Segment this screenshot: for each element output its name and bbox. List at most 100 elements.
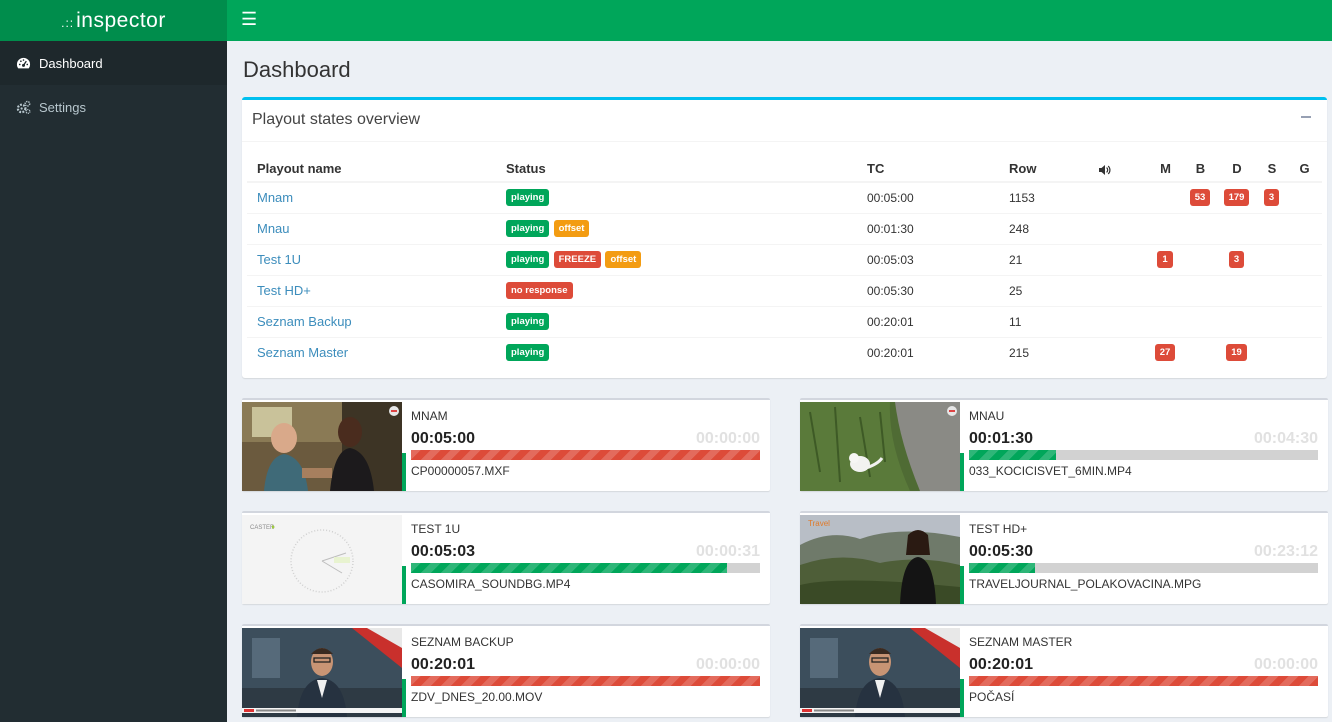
col-header-d[interactable]: D [1217,156,1257,183]
table-row: Test 1U playing FREEZE offset 00:05:03 21 1… [247,243,1322,275]
preview-thumbnail[interactable] [242,628,402,717]
col-header-m[interactable]: M [1147,156,1184,183]
tile-remaining-time: 00:00:00 [695,656,760,673]
error-count-badge[interactable]: 3 [1228,251,1245,268]
preview-thumbnail[interactable]: CASTER [242,515,402,604]
col-header-s[interactable]: S [1257,156,1287,183]
row-cell: 248 [999,212,1087,244]
error-count-badge[interactable]: 179 [1223,189,1250,207]
table-row: Seznam Backup playing 00:20:01 11 [247,305,1322,337]
playout-name-link[interactable]: Mnam [257,190,293,205]
playout-name-link[interactable]: Seznam Master [257,345,348,360]
tile-file-name: POČASÍ [969,690,1015,704]
tile-playout-name: SEZNAM MASTER [969,635,1073,649]
tile-timecode: 00:05:03 [411,543,476,560]
gears-icon [16,100,31,114]
status-badge: playing [506,251,550,268]
count-cell-s: 3 [1257,181,1287,213]
svg-text:CASTER: CASTER [250,525,275,531]
count-cell-g [1287,305,1322,337]
playout-name-link[interactable]: Seznam Backup [257,314,352,329]
tile-progress-bar [411,563,760,573]
error-count-badge[interactable]: 27 [1154,344,1176,362]
playout-tile[interactable]: SEZNAM MASTER 00:20:01 00:00:00 POČASÍ [800,624,1328,717]
preview-thumbnail[interactable] [800,628,960,717]
table-row: Mnam playing 00:05:00 1153 53 179 3 [247,181,1322,213]
count-cell-g [1287,274,1322,306]
playout-name-cell: Test HD+ [247,274,496,306]
status-badge: offset [553,220,590,237]
error-count-badge[interactable]: 19 [1226,344,1247,362]
col-header-row[interactable]: Row [999,156,1087,183]
preview-thumbnail[interactable] [242,402,402,491]
count-cell-m [1147,305,1184,337]
preview-thumbnail[interactable]: Travel [800,515,960,604]
count-cell-b: 53 [1184,181,1217,213]
tile-playout-name: TEST HD+ [969,522,1028,536]
count-cell-g [1287,212,1322,244]
collapse-minus-icon[interactable] [1301,110,1311,124]
playout-tile[interactable]: Travel TEST HD+ 00:05:30 00:23:12 TRAVELJOUR… [800,511,1328,604]
tile-remaining-time: 00:00:00 [1253,656,1318,673]
audio-cell [1087,243,1147,275]
playout-name-link[interactable]: Test HD+ [257,283,311,298]
preview-thumbnail[interactable] [800,402,960,491]
audio-cell [1087,336,1147,368]
tile-timecode: 00:20:01 [969,656,1034,673]
status-badge: FREEZE [553,251,602,268]
logo-text: inspector [76,8,166,32]
error-count-badge[interactable]: 3 [1263,189,1280,207]
count-cell-s [1257,305,1287,337]
page-title: Dashboard [243,57,351,82]
count-cell-d: 3 [1217,243,1257,275]
error-count-badge[interactable]: 1 [1157,251,1173,268]
tile-timecode: 00:01:30 [969,430,1034,447]
top-navbar: .:: inspector ☰ [0,0,1332,41]
col-header-audio[interactable] [1087,156,1147,183]
error-count-badge[interactable]: 53 [1189,189,1211,207]
playout-name-cell: Seznam Master [247,336,496,368]
tile-timecode: 00:20:01 [411,656,476,673]
tile-remaining-time: 00:04:30 [1253,430,1318,447]
tc-cell: 00:05:00 [857,181,999,213]
tile-file-name: CP00000057.MXF [411,464,510,478]
status-badge: offset [605,251,642,268]
playout-name-link[interactable]: Mnau [257,221,290,236]
count-cell-g [1287,243,1322,275]
col-header-status[interactable]: Status [496,156,857,183]
main-content: Dashboard Playout states overview Playou… [227,41,1332,722]
sidebar-item-label: Settings [39,99,86,115]
playout-tile[interactable]: SEZNAM BACKUP 00:20:01 00:00:00 ZDV_DNES_20… [242,624,770,717]
sidebar-item-settings[interactable]: Settings [0,85,227,129]
count-cell-s [1257,243,1287,275]
count-cell-b [1184,305,1217,337]
count-cell-d: 179 [1217,181,1257,213]
col-header-g[interactable]: G [1287,156,1322,183]
count-cell-g [1287,181,1322,213]
playout-tile[interactable]: MNAM 00:05:00 00:00:00 CP00000057.MXF [242,398,770,491]
col-header-b[interactable]: B [1184,156,1217,183]
col-header-playout-name[interactable]: Playout name [247,156,496,183]
playout-tile[interactable]: MNAU 00:01:30 00:04:30 033_KOCICISVET_6MIN.… [800,398,1328,491]
playout-tile[interactable]: CASTER TEST 1U 00:05:03 00:00:31 CASOMIRA_SO… [242,511,770,604]
audio-cell [1087,212,1147,244]
col-header-tc[interactable]: TC [857,156,999,183]
tile-file-name: ZDV_DNES_20.00.MOV [411,690,543,704]
playout-name-cell: Seznam Backup [247,305,496,337]
sidebar-item-dashboard[interactable]: Dashboard [0,41,227,85]
count-cell-d [1217,305,1257,337]
status-badge: playing [506,220,550,237]
count-cell-s [1257,274,1287,306]
table-row: Seznam Master playing 00:20:01 215 27 19 [247,336,1322,368]
tile-playout-name: TEST 1U [411,522,461,536]
tile-file-name: 033_KOCICISVET_6MIN.MP4 [969,464,1132,478]
sidebar-toggle-hamburger-icon[interactable]: ☰ [241,9,257,30]
count-cell-d: 19 [1217,336,1257,368]
count-cell-b [1184,212,1217,244]
tile-playout-name: MNAM [411,409,448,423]
status-indicator-bar [960,566,964,604]
playout-name-link[interactable]: Test 1U [257,252,301,267]
count-cell-s [1257,212,1287,244]
tc-cell: 00:05:03 [857,243,999,275]
app-logo[interactable]: .:: inspector [0,0,227,41]
